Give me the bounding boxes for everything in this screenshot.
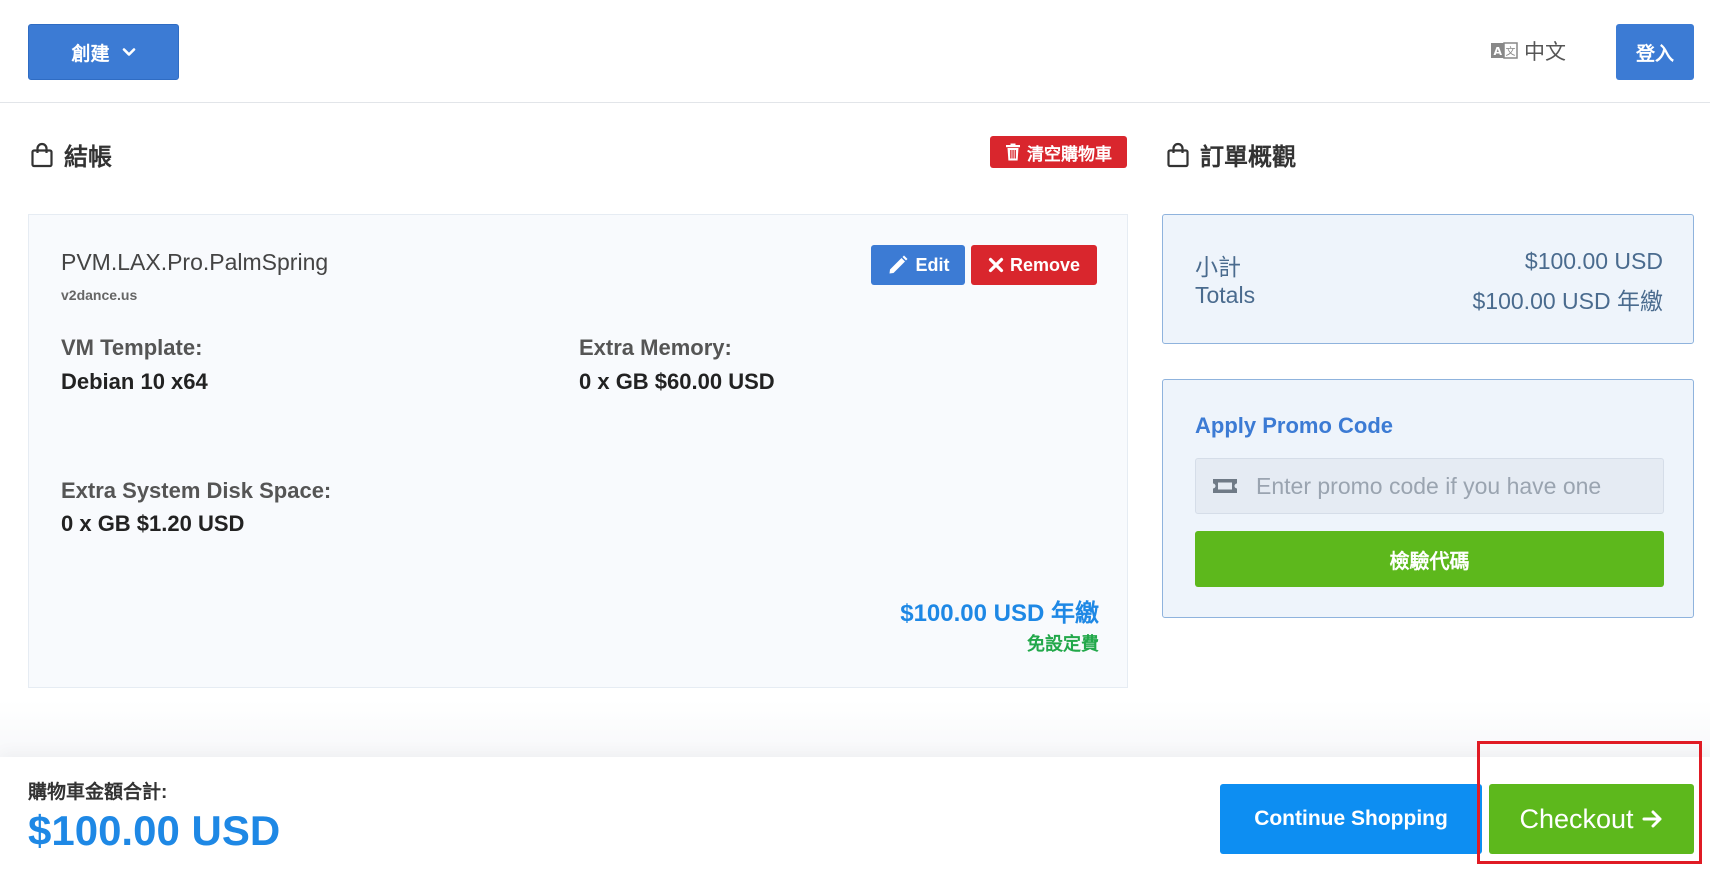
trash-icon	[1006, 143, 1020, 161]
totals-row: Totals $100.00 USD 年繳	[1195, 282, 1663, 316]
edit-label: Edit	[915, 254, 950, 275]
item-price: $100.00 USD 年繳	[900, 600, 1099, 627]
checkout-heading: 結帳	[30, 137, 112, 172]
empty-cart-button[interactable]: 清空購物車	[990, 136, 1127, 168]
continue-shopping-button[interactable]: Continue Shopping	[1220, 784, 1482, 854]
checkout-footer: 購物車金額合計: $100.00 USD Continue Shopping C…	[0, 757, 1710, 871]
order-summary-heading: 訂單概觀	[1166, 137, 1296, 172]
content-fade	[0, 700, 1710, 757]
pencil-icon	[889, 255, 907, 274]
subtotal-label: 小計	[1195, 254, 1241, 280]
shopping-bag-icon	[31, 142, 53, 167]
cart-total-label: 購物車金額合計:	[28, 782, 168, 803]
login-button[interactable]: 登入	[1616, 24, 1694, 80]
ticket-icon	[1213, 479, 1237, 493]
product-domain: v2dance.us	[61, 287, 138, 303]
promo-code-box: Apply Promo Code 檢驗代碼	[1162, 379, 1694, 618]
checkout-button-label: Checkout	[1519, 803, 1634, 834]
remove-item-button[interactable]: Remove	[971, 245, 1097, 285]
svg-text:文: 文	[1506, 45, 1516, 58]
subtotal-row: 小計 $100.00 USD	[1195, 248, 1663, 282]
totals-value: $100.00 USD 年繳	[1472, 288, 1663, 314]
cart-item: PVM.LAX.Pro.PalmSpring v2dance.us Edit R…	[28, 214, 1128, 688]
product-name: PVM.LAX.Pro.PalmSpring	[61, 249, 329, 275]
language-selector[interactable]: A 文 中文	[1490, 36, 1566, 66]
translate-icon: A 文	[1491, 42, 1518, 59]
order-summary-box: 小計 $100.00 USD Totals $100.00 USD 年繳	[1162, 214, 1694, 344]
shopping-bag-icon	[1167, 142, 1189, 167]
option-label: VM Template:	[61, 335, 203, 360]
create-dropdown-button[interactable]: 創建	[28, 24, 179, 80]
validate-code-button[interactable]: 檢驗代碼	[1195, 531, 1664, 587]
promo-code-input[interactable]	[1256, 472, 1656, 500]
checkout-page: 創建 A 文 中文 登入 結帳 清空購物車 PVM.LAX.Pro.PalmSp…	[0, 0, 1710, 871]
option-value: Debian 10 x64	[61, 369, 208, 394]
checkout-button[interactable]: Checkout	[1489, 784, 1694, 854]
empty-cart-label: 清空購物車	[1027, 144, 1112, 164]
arrow-right-icon	[1642, 810, 1662, 828]
subtotal-value: $100.00 USD	[1524, 248, 1663, 274]
setup-fee: 免設定費	[1027, 634, 1099, 654]
svg-text:A: A	[1494, 45, 1503, 58]
remove-label: Remove	[1009, 254, 1081, 275]
order-summary-title: 訂單概觀	[1200, 144, 1296, 171]
option-label: Extra System Disk Space:	[61, 478, 332, 503]
create-button-label: 創建	[71, 43, 110, 65]
language-label: 中文	[1524, 41, 1566, 64]
promo-title: Apply Promo Code	[1195, 413, 1394, 438]
promo-code-field[interactable]	[1195, 458, 1664, 514]
close-icon	[988, 257, 1004, 273]
chevron-down-icon	[122, 48, 135, 56]
top-bar: 創建 A 文 中文 登入	[0, 0, 1710, 103]
option-value: 0 x GB $1.20 USD	[61, 511, 245, 536]
totals-label: Totals	[1195, 282, 1256, 308]
option-label: Extra Memory:	[579, 335, 732, 360]
option-value: 0 x GB $60.00 USD	[579, 369, 775, 394]
cart-total-value: $100.00 USD	[28, 807, 281, 854]
edit-item-button[interactable]: Edit	[871, 245, 965, 285]
checkout-title: 結帳	[64, 144, 112, 171]
